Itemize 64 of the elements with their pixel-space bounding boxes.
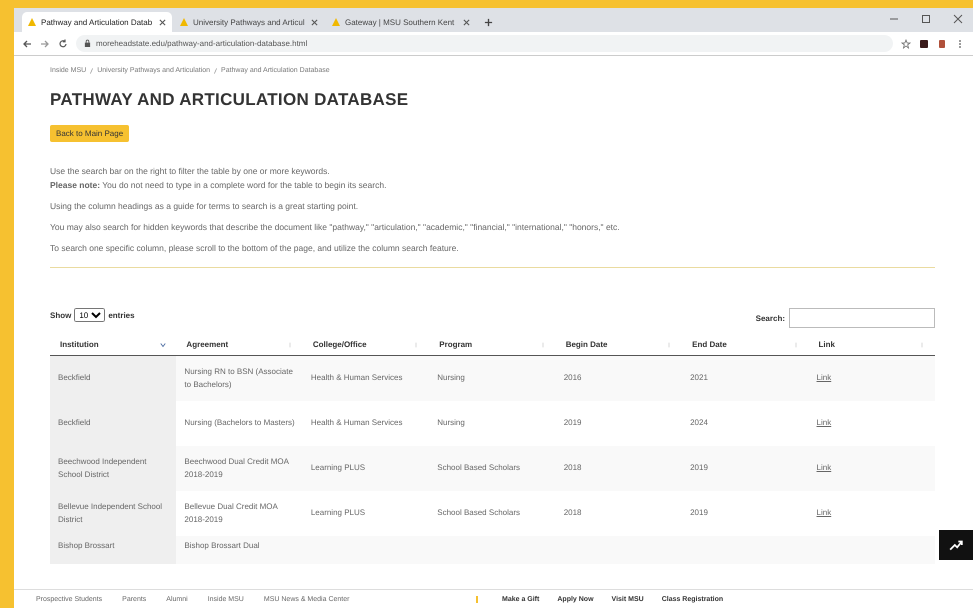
table-cell: Health & Human Services bbox=[310, 418, 402, 428]
table-cell: 2019 bbox=[564, 418, 582, 428]
back-icon[interactable] bbox=[22, 38, 32, 48]
table-cell: Nursing bbox=[437, 373, 465, 382]
maximize-icon[interactable] bbox=[921, 14, 931, 24]
breadcrumb-separator-icon bbox=[90, 68, 94, 74]
table-cell: Bellevue Independent School District bbox=[58, 502, 162, 524]
close-icon[interactable] bbox=[463, 18, 470, 26]
favicon-icon bbox=[332, 18, 340, 26]
browser-tab[interactable]: Gateway | MSU Southern Kent bbox=[326, 12, 476, 32]
table-cell: 2018 bbox=[564, 463, 582, 472]
favicon-icon bbox=[180, 18, 188, 26]
table-cell: 2021 bbox=[690, 373, 708, 382]
forward-icon[interactable] bbox=[40, 38, 50, 48]
close-icon[interactable] bbox=[953, 14, 963, 24]
table-cell: Bishop Brossart bbox=[58, 541, 114, 550]
table-cell: Bellevue Dual Credit MOA 2018-2019 bbox=[184, 502, 278, 524]
address-bar[interactable]: moreheadstate.edu/pathway-and-articulation-database.html bbox=[76, 35, 893, 52]
new-tab-icon[interactable] bbox=[484, 18, 493, 27]
table-cell: School Based Scholars bbox=[437, 463, 520, 472]
lock-icon bbox=[84, 39, 91, 48]
instruction-text: To search one specific column, please scroll to the bottom of the page, and utilize the column search feature. bbox=[50, 243, 460, 253]
instruction-text: Using the column headings as a guide for terms to search is a great starting point. bbox=[50, 201, 360, 211]
table-cell: Nursing bbox=[437, 418, 465, 428]
search-field[interactable] bbox=[789, 308, 935, 328]
table-cell: Nursing RN to BSN (Associate to Bachelors) bbox=[184, 366, 293, 388]
table-cell: 2024 bbox=[690, 418, 708, 428]
back-button[interactable]: Back to Main Page bbox=[50, 125, 130, 142]
star-icon[interactable] bbox=[901, 38, 911, 48]
table-cell: Bishop Brossart Dual bbox=[184, 541, 260, 550]
table-cell: 2018 bbox=[564, 508, 582, 518]
document-link[interactable]: Link bbox=[816, 418, 832, 428]
document-link[interactable]: Link bbox=[816, 463, 832, 472]
close-icon[interactable] bbox=[159, 18, 166, 26]
instruction-text: Use the search bar on the right to filter the table by one or more keywords. bbox=[50, 166, 331, 176]
browser-tab[interactable]: University Pathways and Articul bbox=[174, 12, 324, 32]
table-cell: Learning PLUS bbox=[310, 463, 366, 472]
table-cell: 2019 bbox=[690, 463, 708, 472]
reload-icon[interactable] bbox=[58, 38, 68, 48]
table-cell: Nursing (Bachelors to Masters) bbox=[184, 418, 295, 428]
table-cell: 2016 bbox=[564, 373, 582, 382]
breadcrumb-separator-icon bbox=[214, 68, 218, 74]
document-link[interactable]: Link bbox=[816, 508, 832, 518]
table-cell: 2019 bbox=[690, 508, 708, 518]
table-cell: Learning PLUS bbox=[310, 508, 366, 518]
search-label: Search: bbox=[756, 314, 785, 322]
page-title: PATHWAY AND ARTICULATION DATABASE bbox=[50, 90, 410, 110]
close-icon[interactable] bbox=[311, 18, 318, 26]
trend-icon bbox=[949, 538, 963, 552]
entries-dropdown[interactable]: 10 bbox=[74, 308, 106, 322]
table-cell: School Based Scholars bbox=[437, 508, 520, 518]
length-label: entries bbox=[108, 310, 135, 320]
table-cell: Health & Human Services bbox=[310, 373, 402, 382]
table-cell: Beechwood Dual Credit MOA 2018-2019 bbox=[184, 456, 288, 478]
table-cell: Beckfield bbox=[58, 373, 90, 382]
browser-tab[interactable]: Pathway and Articulation Datab bbox=[22, 12, 172, 32]
favicon-icon bbox=[28, 18, 36, 26]
instruction-text: You may also search for hidden keywords that describe the document like "pathway," "articulation," "academic," "financial," "international," "honors," etc. bbox=[50, 222, 621, 232]
floating-button[interactable] bbox=[939, 530, 973, 560]
instruction-text: Please note: You do not need to type in a complete word for the table to begin its search. bbox=[50, 180, 388, 190]
table-cell: Beechwood Independent School District bbox=[58, 456, 147, 478]
length-label: Show bbox=[50, 310, 72, 320]
document-link[interactable]: Link bbox=[816, 373, 832, 382]
table-cell: Beckfield bbox=[58, 418, 90, 428]
